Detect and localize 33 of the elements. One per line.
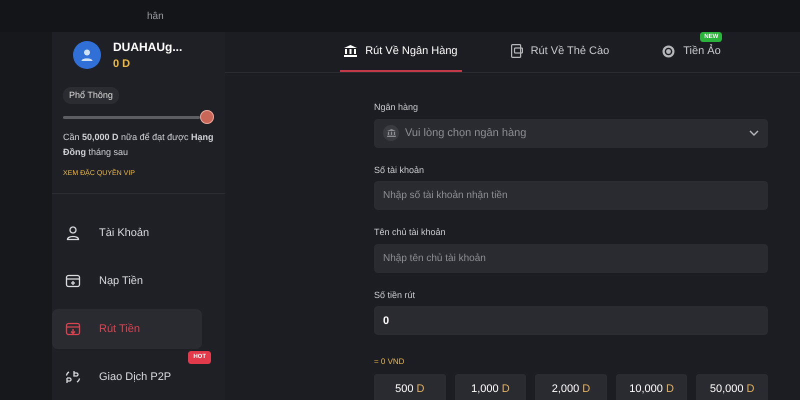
sidebar-item[interactable]: Nạp Tiền [52, 261, 202, 301]
input-field[interactable]: 0 [374, 306, 768, 335]
amount-button[interactable]: 500 D [374, 374, 446, 400]
bank-select[interactable]: Vui lòng chọn ngân hàng [374, 118, 768, 148]
avatar-icon [73, 41, 101, 70]
sidebar-item[interactable]: Tài Khoản [52, 213, 202, 253]
vip-message: Cần 50,000 D nữa để đạt được Hạng Đồng tháng sau [63, 131, 214, 159]
p2p-icon [65, 369, 81, 385]
username: DUAHAUg... [113, 39, 182, 56]
card-icon [510, 44, 523, 58]
bank-icon [344, 45, 358, 57]
chevron-down-icon [749, 130, 759, 136]
tier-label: Phổ Thông [63, 86, 119, 104]
field-label: Số tài khoản [374, 164, 426, 176]
input-field[interactable]: Nhập tên chủ tài khoản [374, 244, 768, 272]
input-field[interactable]: Nhập số tài khoản nhận tiền [374, 181, 768, 210]
card-plus-icon [65, 273, 81, 289]
amount-button[interactable]: 1,000 D [454, 374, 526, 400]
medal-icon [200, 110, 214, 124]
user-icon [65, 225, 81, 241]
conversion-text: = 0 VND [374, 356, 404, 368]
field-label: Số tiền rút [374, 288, 416, 302]
amount-button[interactable]: 50,000 D [696, 374, 768, 400]
tab[interactable]: Rút Về Ngân Hàng [340, 32, 462, 72]
amount-button[interactable]: 10,000 D [616, 374, 688, 400]
coin-icon [662, 44, 676, 58]
breadcrumb-text: hân [147, 10, 164, 24]
bank-icon [383, 125, 399, 141]
field-label: Ngân hàng [374, 101, 420, 114]
balance: 0 D [113, 57, 132, 72]
field-label: Tên chủ tài khoản [374, 226, 447, 239]
tab[interactable]: Rút Về Thẻ Cào [506, 32, 614, 72]
amount-button[interactable]: 2,000 D [535, 374, 607, 400]
